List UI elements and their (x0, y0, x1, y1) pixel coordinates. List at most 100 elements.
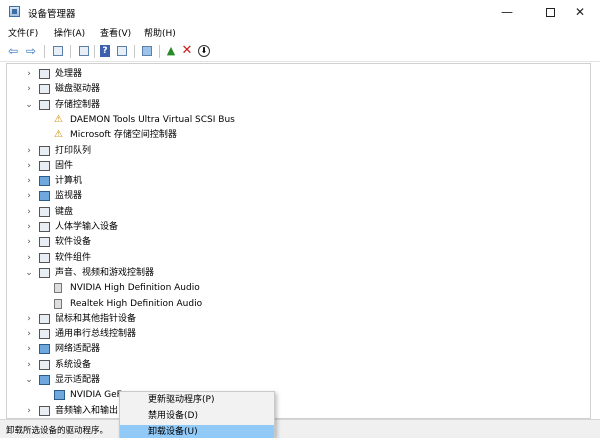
toolbar-separator (44, 45, 45, 58)
expanded-chevron-icon[interactable]: ⌄ (24, 98, 34, 113)
view-button[interactable] (115, 44, 129, 58)
collapsed-chevron-icon[interactable]: › (24, 67, 34, 82)
device-tree[interactable]: › 处理器 › 磁盘驱动器 ⌄ 存储控制器 DAEMON Tools Ultra Virtu… (6, 63, 591, 419)
monitor-icon (39, 191, 50, 202)
software-component-icon (39, 252, 50, 263)
disable-device-button[interactable]: ⬇ (197, 44, 211, 58)
tree-device-item[interactable]: Realtek High Definition Audio (7, 297, 577, 312)
collapsed-chevron-icon[interactable]: › (24, 82, 34, 97)
menu-action[interactable]: 操作(A) (54, 26, 85, 39)
disk-icon (39, 84, 50, 95)
tree-category-item[interactable]: › 音频输入和输出 (7, 404, 577, 418)
minimize-button[interactable]: — (485, 0, 529, 24)
menu-bar: 文件(F) 操作(A) 查看(V) 帮助(H) (0, 24, 600, 41)
tree-item-label: 监视器 (55, 191, 83, 202)
device-manager-app-icon (9, 6, 20, 17)
collapsed-chevron-icon[interactable]: › (24, 220, 34, 235)
tree-category-item[interactable]: ⌄ 声音、视频和游戏控制器 (7, 266, 577, 281)
expanded-chevron-icon[interactable]: ⌄ (24, 373, 34, 388)
cpu-icon (39, 69, 50, 79)
tree-item-label: 显示适配器 (55, 375, 101, 385)
help-button[interactable]: ? (98, 44, 112, 58)
collapsed-chevron-icon[interactable]: › (24, 159, 34, 174)
toolbar-separator (134, 45, 135, 58)
help-icon: ? (100, 45, 110, 57)
hid-icon (39, 222, 50, 232)
tree-category-item[interactable]: › 键盘 (7, 205, 577, 220)
network-icon (39, 344, 50, 355)
menu-help[interactable]: 帮助(H) (144, 26, 176, 39)
status-bar: 卸载所选设备的驱动程序。 (0, 419, 600, 438)
update-driver-button[interactable]: ▲ (164, 44, 178, 58)
tree-category-item[interactable]: › 处理器 (7, 67, 577, 82)
sound-icon (39, 267, 50, 278)
collapsed-chevron-icon[interactable]: › (24, 205, 34, 220)
uninstall-device-button[interactable]: ✕ (180, 44, 194, 58)
tree-category-item[interactable]: › 人体学输入设备 (7, 220, 577, 235)
tree-device-item[interactable]: NVIDIA High Definition Audio (7, 281, 577, 296)
collapsed-chevron-icon[interactable]: › (24, 174, 34, 189)
toolbar-separator (94, 45, 95, 58)
view-icon (117, 46, 127, 56)
collapsed-chevron-icon[interactable]: › (24, 144, 34, 159)
tree-category-item[interactable]: › 网络适配器 (7, 342, 577, 357)
close-button[interactable]: ✕ (560, 0, 600, 24)
vertical-scrollbar[interactable] (592, 63, 600, 419)
tree-category-item[interactable]: › 计算机 (7, 174, 577, 189)
tree-device-item[interactable]: DAEMON Tools Ultra Virtual SCSI Bus (7, 112, 577, 128)
audio-io-icon (39, 405, 50, 416)
tree-item-label: 打印队列 (55, 145, 92, 156)
tree-item-label: 网络适配器 (55, 344, 101, 355)
collapsed-chevron-icon[interactable]: › (24, 404, 34, 418)
forward-button[interactable]: ⇨ (26, 44, 40, 58)
collapsed-chevron-icon[interactable]: › (24, 189, 34, 204)
back-button[interactable]: ⇦ (8, 44, 22, 58)
ctx-uninstall-device[interactable]: 卸载设备(U) (120, 425, 274, 438)
collapsed-chevron-icon[interactable]: › (24, 312, 34, 327)
tree-item-label: 键盘 (55, 206, 74, 217)
storage-warning-icon (54, 127, 65, 142)
computer-icon (39, 176, 50, 187)
collapsed-chevron-icon[interactable]: › (24, 251, 34, 266)
tree-device-item[interactable]: Microsoft 存储空间控制器 (7, 127, 577, 143)
tree-item-label: DAEMON Tools Ultra Virtual SCSI Bus (70, 114, 235, 125)
tree-item-label: 通用串行总线控制器 (55, 329, 137, 340)
expanded-chevron-icon[interactable]: ⌄ (24, 266, 34, 281)
collapsed-chevron-icon[interactable]: › (24, 327, 34, 342)
tree-category-item[interactable]: › 软件组件 (7, 251, 577, 266)
menu-file[interactable]: 文件(F) (8, 26, 38, 39)
collapsed-chevron-icon[interactable]: › (24, 358, 34, 373)
tree-item-label: 软件组件 (55, 252, 92, 263)
tree-category-item[interactable]: › 磁盘驱动器 (7, 82, 577, 97)
status-text: 卸载所选设备的驱动程序。 (6, 426, 109, 436)
tree-category-item[interactable]: › 固件 (7, 159, 577, 174)
storage-warning-icon (54, 112, 65, 127)
tree-category-item[interactable]: › 软件设备 (7, 235, 577, 250)
display-adapter-icon (39, 375, 50, 385)
tree-category-item[interactable]: › 监视器 (7, 189, 577, 204)
properties-button[interactable] (77, 44, 91, 58)
tree-item-label: 声音、视频和游戏控制器 (55, 267, 155, 278)
tree-category-item[interactable]: ⌄ 显示适配器 (7, 373, 577, 388)
display-adapter-icon (54, 390, 65, 401)
tree-device-item[interactable]: NVIDIA GeF (7, 388, 577, 403)
ctx-disable-device[interactable]: 禁用设备(D) (120, 409, 274, 424)
ctx-update-driver[interactable]: 更新驱动程序(P) (120, 393, 274, 408)
tree-item-label: 磁盘驱动器 (55, 84, 101, 95)
menu-view[interactable]: 查看(V) (100, 26, 131, 39)
tree-category-item[interactable]: › 系统设备 (7, 358, 577, 373)
collapsed-chevron-icon[interactable]: › (24, 235, 34, 250)
collapsed-chevron-icon[interactable]: › (24, 342, 34, 357)
keyboard-icon (39, 206, 50, 217)
usb-icon (39, 329, 50, 340)
toolbar-separator (159, 45, 160, 58)
tree-category-item[interactable]: ⌄ 存储控制器 (7, 98, 577, 113)
speaker-icon (54, 298, 62, 309)
scan-hardware-button[interactable] (140, 44, 154, 58)
software-device-icon (39, 237, 50, 248)
tree-category-item[interactable]: › 打印队列 (7, 144, 577, 159)
tree-item-label: 鼠标和其他指针设备 (55, 313, 137, 324)
tree-category-item[interactable]: › 鼠标和其他指针设备 (7, 312, 577, 327)
show-hide-console-tree-button[interactable] (51, 44, 65, 58)
tree-category-item[interactable]: › 通用串行总线控制器 (7, 327, 577, 342)
